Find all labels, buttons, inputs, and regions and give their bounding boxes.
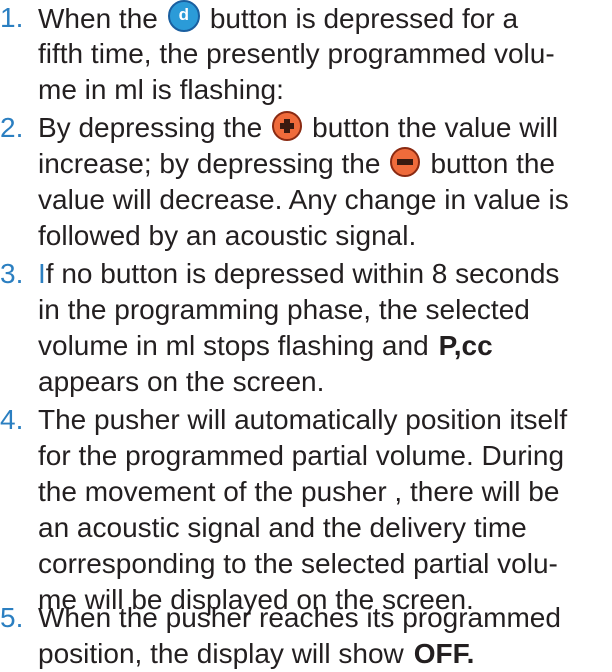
item-number: 4. [0,404,24,435]
item-text: When the [38,3,158,34]
plus-button-icon [272,111,303,141]
item-line: appears on the screen. [38,366,325,397]
display-code: OFF. [413,638,475,669]
item-line: value will decrease. Any change in value… [38,184,569,215]
display-code: P,cc [438,330,493,361]
item-text: increase; by depressing the [38,148,381,179]
item-line: in the programming phase, the selected [38,294,530,325]
item-line: fifth time, the presently programmed vol… [38,38,555,69]
item-text: f no button is depressed within 8 second… [45,258,560,289]
item-text: position, the display will show [38,638,404,669]
item-text: By depressing the [38,112,263,143]
d-button-label: d [178,5,190,24]
item-line: corresponding to the selected partial vo… [38,548,558,579]
item-number: 1. [0,2,24,33]
item-number: 5. [0,602,24,633]
item-line: When the d button is depressed for a [38,0,518,37]
item-text: button the [430,148,555,179]
item-line: an acoustic signal and the delivery time [38,512,527,543]
item-line: volume in ml stops flashing and P,cc [38,328,493,364]
item-line: the movement of the pusher , there will … [38,476,560,507]
item-line: position, the display will show OFF. [38,636,474,672]
item-line: By depressing the button the value will [38,110,558,146]
item-line: When the pusher reaches its programmed [38,602,561,633]
item-text: button the value will [312,112,559,143]
item-line: If no button is depressed within 8 secon… [38,256,559,292]
item-number: 2. [0,112,24,143]
item-line: for the programmed partial volume. Durin… [38,440,565,471]
item-text-initial: I [38,258,46,289]
item-number: 3. [0,258,24,289]
item-line: The pusher will automatically position i… [38,404,568,435]
item-text: button is depressed for a [209,3,519,34]
item-line: me in ml is flashing: [38,74,284,105]
d-button-icon: d [167,0,200,32]
minus-button-icon [390,147,421,177]
item-text: volume in ml stops flashing and [38,330,429,361]
item-line: followed by an acoustic signal. [38,220,417,251]
item-line: increase; by depressing the button the [38,146,555,182]
